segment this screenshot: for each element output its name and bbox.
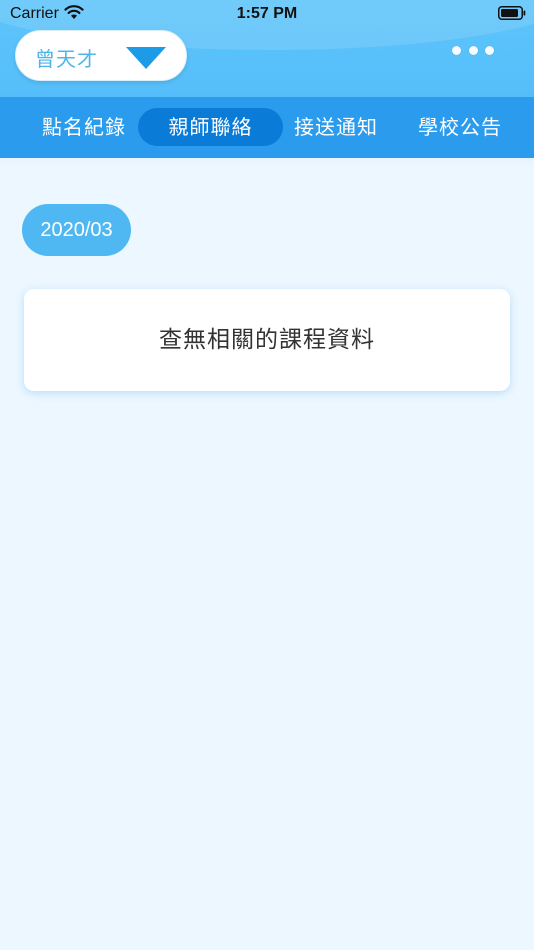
empty-state-message: 查無相關的課程資料 [159, 327, 375, 353]
month-badge: 2020/03 [22, 204, 131, 256]
more-dot [452, 45, 461, 55]
tab-pickup-notice[interactable]: 接送通知 [288, 108, 384, 146]
tab-school-announcements[interactable]: 學校公告 [412, 108, 508, 146]
status-bar: Carrier 1:57 PM [0, 0, 534, 28]
tab-bar: 點名紀錄 親師聯絡 接送通知 學校公告 [0, 97, 534, 158]
tab-bar-shadow [0, 158, 534, 166]
student-name: 曾天才 [35, 47, 98, 71]
battery-icon [498, 6, 526, 20]
more-dot [468, 45, 478, 55]
status-time: 1:57 PM [236, 5, 298, 22]
triangle-down-icon [126, 47, 166, 69]
empty-state-card: 查無相關的課程資料 [24, 289, 510, 391]
tab-parent-teacher-contact[interactable]: 親師聯絡 [138, 108, 283, 146]
app-header: Carrier 1:57 PM 曾天才 [0, 0, 534, 97]
student-selector[interactable]: 曾天才 [15, 30, 187, 81]
tab-roll-call-records[interactable]: 點名紀錄 [36, 108, 132, 146]
more-dot [485, 45, 494, 55]
more-dots-icon[interactable] [452, 44, 494, 56]
